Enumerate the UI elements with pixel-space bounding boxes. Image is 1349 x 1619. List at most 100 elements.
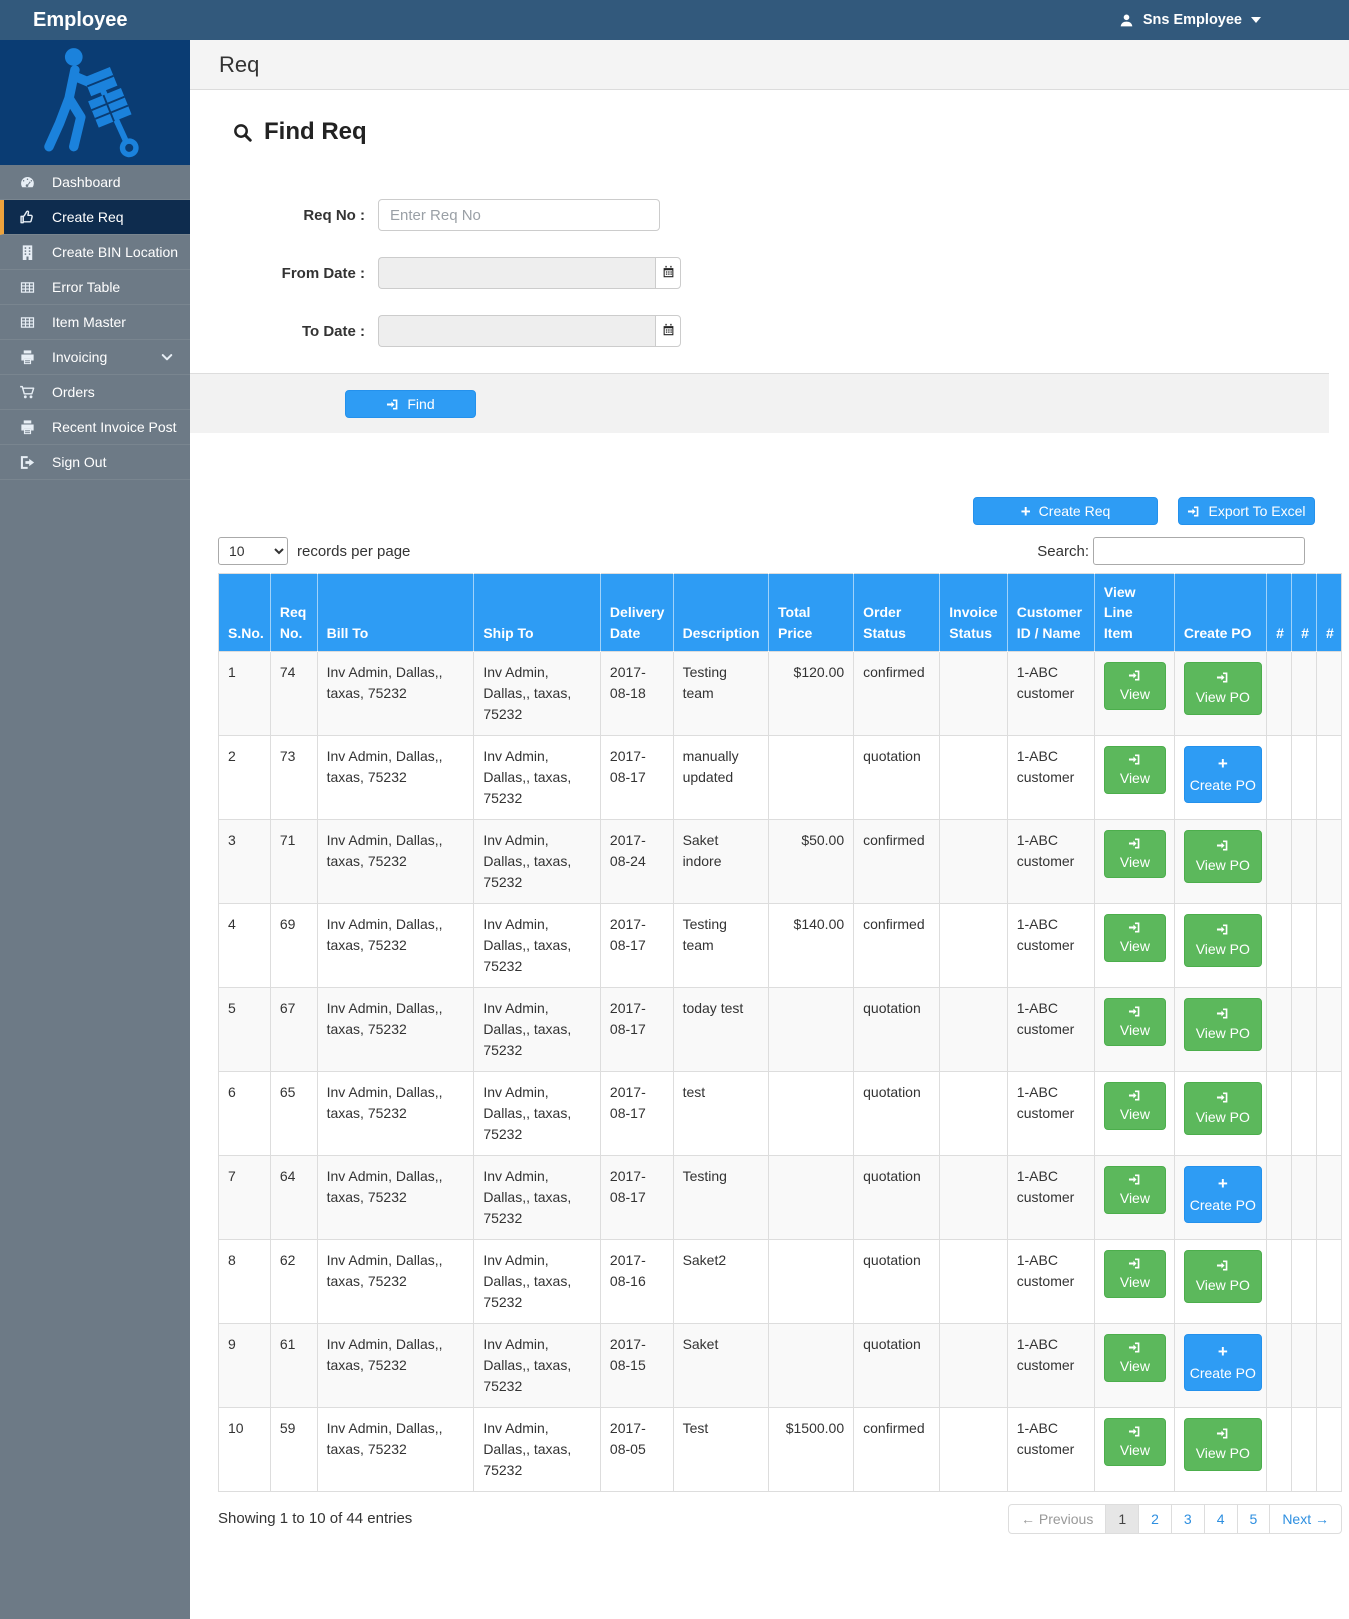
- view-line-item-button[interactable]: View: [1103, 1333, 1166, 1383]
- column-header-total-price[interactable]: Total Price: [768, 573, 855, 652]
- column-header-ship-to[interactable]: Ship To: [473, 573, 601, 652]
- sno-cell: 10: [218, 1406, 271, 1492]
- view-line-item-button[interactable]: View: [1103, 997, 1166, 1047]
- po-button-label: View PO: [1195, 1108, 1250, 1125]
- create-po-cell: View PO: [1173, 1406, 1268, 1492]
- column-header-create-po[interactable]: Create PO: [1174, 573, 1268, 652]
- extra-cell: [1315, 650, 1343, 736]
- pagination-page-1[interactable]: 1: [1105, 1503, 1140, 1534]
- view-po-button[interactable]: View PO: [1183, 1081, 1262, 1136]
- create-po-button[interactable]: + Create PO: [1183, 1165, 1262, 1224]
- ship-to-cell: Inv Admin, Dallas,, taxas, 75232: [473, 1406, 601, 1492]
- view-line-item-button[interactable]: View: [1103, 661, 1166, 711]
- po-button-label: Create PO: [1189, 1364, 1256, 1381]
- column-header-bill-to[interactable]: Bill To: [317, 573, 475, 652]
- column-header-invoice-status[interactable]: Invoice Status: [939, 573, 1008, 652]
- sno-cell: 3: [218, 818, 271, 904]
- chevron-down-icon: [157, 350, 177, 364]
- from-date-calendar-button[interactable]: [655, 257, 681, 289]
- view-line-item-button[interactable]: View: [1103, 913, 1166, 963]
- view-line-item-button[interactable]: View: [1103, 829, 1166, 879]
- view-po-button[interactable]: View PO: [1183, 661, 1262, 716]
- invoice-status-cell: [939, 1154, 1008, 1240]
- to-date-input[interactable]: [378, 315, 655, 347]
- column-header-delivery-date[interactable]: Delivery Date: [600, 573, 674, 652]
- column-header-hash[interactable]: #: [1291, 573, 1317, 652]
- pagination-page-2[interactable]: 2: [1138, 1503, 1172, 1534]
- view-line-item-button[interactable]: View: [1103, 1417, 1166, 1467]
- to-date-calendar-button[interactable]: [655, 315, 681, 347]
- sign-out-icon: [17, 454, 37, 471]
- view-line-item-button[interactable]: View: [1103, 1249, 1166, 1299]
- column-header-view-line-item[interactable]: View Line Item: [1094, 573, 1175, 652]
- column-header-hash[interactable]: #: [1316, 573, 1343, 652]
- ship-to-cell: Inv Admin, Dallas,, taxas, 75232: [473, 818, 601, 904]
- invoice-status-cell: [939, 650, 1008, 736]
- description-cell: today test: [672, 986, 770, 1072]
- extra-cell: [1315, 1322, 1343, 1408]
- sign-in-icon: [1128, 753, 1141, 766]
- view-po-button[interactable]: View PO: [1183, 829, 1262, 884]
- column-header-s-no[interactable]: S.No.: [218, 573, 271, 652]
- table-row: 2 73 Inv Admin, Dallas,, taxas, 75232 Inv A…: [218, 734, 1343, 820]
- warehouse-worker-logo-icon: [44, 47, 139, 157]
- user-menu[interactable]: Sns Employee: [1119, 12, 1349, 28]
- invoice-status-cell: [939, 1238, 1008, 1324]
- view-button-label: View: [1119, 1273, 1150, 1290]
- sidebar-item-recent-invoice-post[interactable]: Recent Invoice Post: [0, 410, 190, 445]
- delivery-date-cell: 2017-08-17: [599, 902, 674, 988]
- sidebar-item-item-master[interactable]: Item Master: [0, 305, 190, 340]
- req-no-input[interactable]: [378, 199, 660, 231]
- pagination-next[interactable]: Next →: [1269, 1503, 1342, 1534]
- export-to-excel-button[interactable]: Export To Excel: [1178, 497, 1315, 525]
- create-po-cell: View PO: [1173, 818, 1268, 904]
- create-req-button[interactable]: + Create Req: [973, 497, 1158, 525]
- view-po-button[interactable]: View PO: [1183, 913, 1262, 968]
- description-cell: manually updated: [672, 734, 770, 820]
- column-header-description[interactable]: Description: [673, 573, 770, 652]
- table-icon: [17, 279, 37, 296]
- create-po-cell: + Create PO: [1173, 1322, 1268, 1408]
- customer-cell: 1-ABC customer: [1006, 1322, 1095, 1408]
- app-title: Employee: [33, 8, 128, 31]
- sidebar-item-dashboard[interactable]: Dashboard: [0, 165, 190, 200]
- ship-to-cell: Inv Admin, Dallas,, taxas, 75232: [473, 986, 601, 1072]
- view-po-button[interactable]: View PO: [1183, 997, 1262, 1052]
- form-actions: Find: [190, 373, 1329, 433]
- showing-entries-text: Showing 1 to 10 of 44 entries: [218, 1509, 413, 1527]
- pagination-page-4[interactable]: 4: [1203, 1503, 1238, 1534]
- sidebar-item-error-table[interactable]: Error Table: [0, 270, 190, 305]
- create-po-button[interactable]: + Create PO: [1183, 745, 1262, 804]
- column-header-hash[interactable]: #: [1266, 573, 1293, 652]
- sno-cell: 6: [218, 1070, 271, 1156]
- create-po-cell: View PO: [1173, 1238, 1268, 1324]
- view-po-button[interactable]: View PO: [1183, 1249, 1262, 1304]
- create-po-button[interactable]: + Create PO: [1183, 1333, 1262, 1392]
- extra-cell: [1315, 902, 1343, 988]
- column-header-order-status[interactable]: Order Status: [853, 573, 941, 652]
- from-date-input[interactable]: [378, 257, 655, 289]
- sidebar-item-invoicing[interactable]: Invoicing: [0, 340, 190, 375]
- view-po-button[interactable]: View PO: [1183, 1417, 1262, 1472]
- sidebar-item-label: Create BIN Location: [52, 244, 179, 260]
- view-line-item-button[interactable]: View: [1103, 1165, 1166, 1215]
- sidebar-item-create-bin-location[interactable]: Create BIN Location: [0, 235, 190, 270]
- search-input[interactable]: [1093, 537, 1305, 565]
- sidebar-item-orders[interactable]: Orders: [0, 375, 190, 410]
- column-header-req-no[interactable]: Req No.: [270, 573, 318, 652]
- thumbs-up-icon: [17, 209, 37, 226]
- extra-cell: [1315, 1154, 1343, 1240]
- order-status-cell: confirmed: [853, 902, 941, 988]
- sidebar-item-sign-out[interactable]: Sign Out: [0, 445, 190, 480]
- plus-icon: +: [1020, 501, 1031, 521]
- page-size-select[interactable]: 10: [218, 537, 288, 565]
- find-button[interactable]: Find: [345, 390, 476, 418]
- sign-in-icon: [386, 398, 399, 411]
- view-line-item-button[interactable]: View: [1103, 745, 1166, 795]
- view-line-item-button[interactable]: View: [1103, 1081, 1166, 1131]
- sidebar-item-create-req[interactable]: Create Req: [0, 200, 190, 235]
- req-no-cell: 71: [269, 818, 318, 904]
- pagination-page-3[interactable]: 3: [1170, 1503, 1205, 1534]
- column-header-customer-id-name[interactable]: Customer ID / Name: [1007, 573, 1095, 652]
- pagination-page-5[interactable]: 5: [1236, 1503, 1271, 1534]
